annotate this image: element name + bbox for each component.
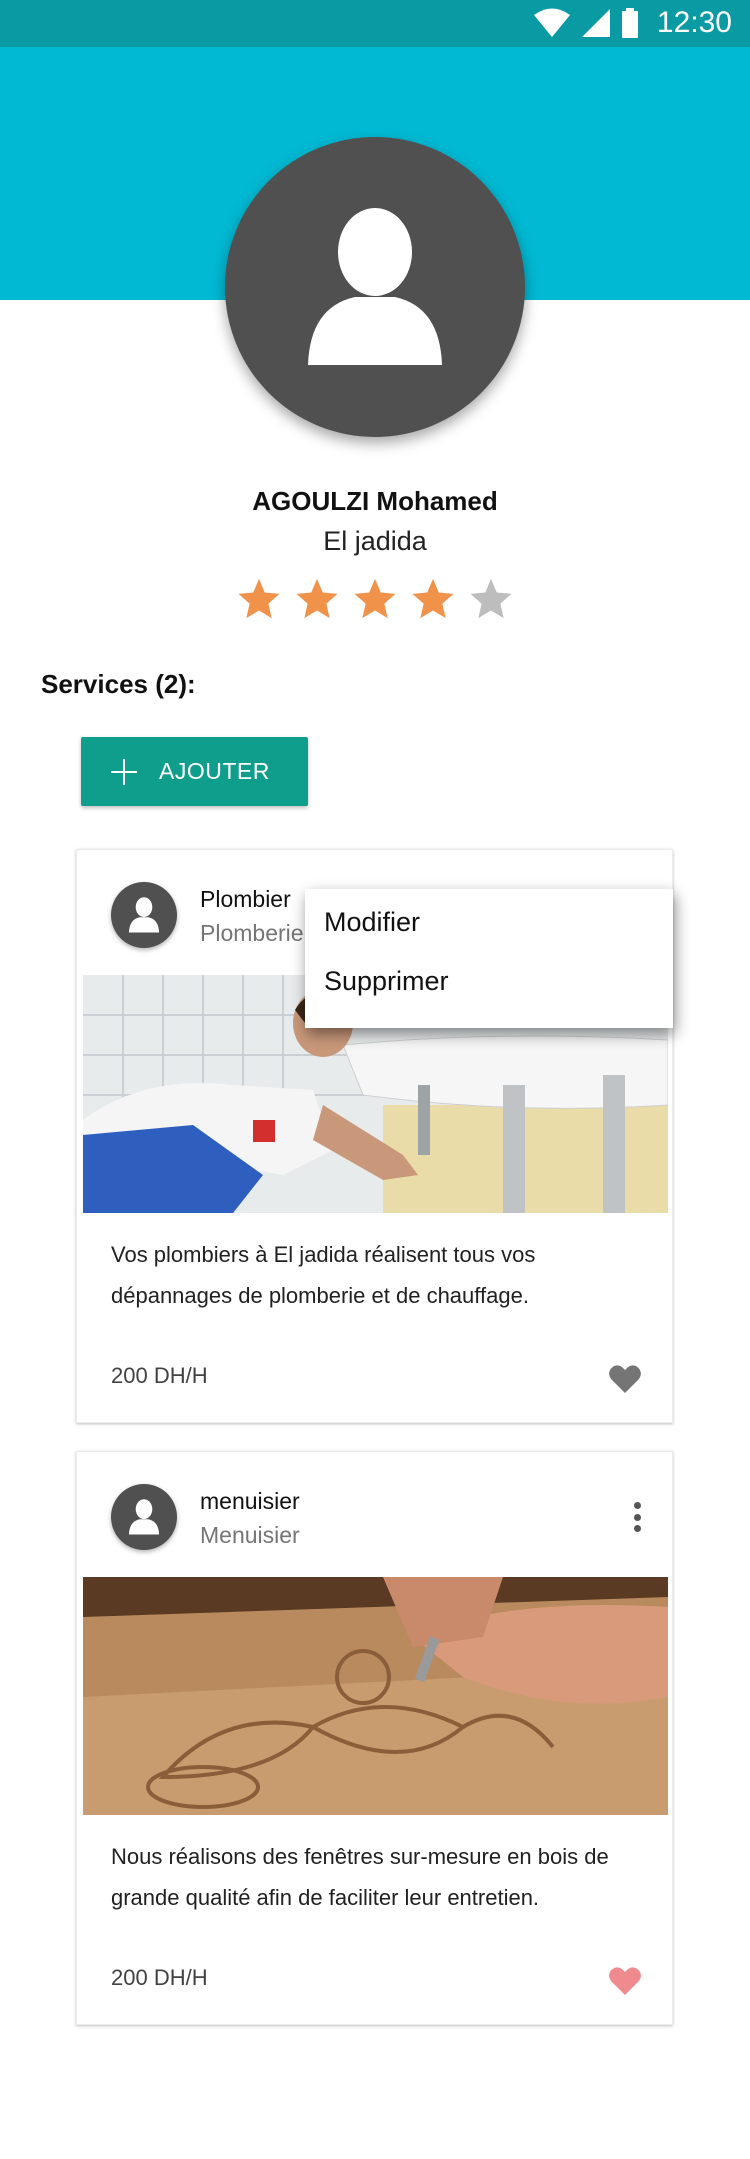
heart-icon[interactable] — [608, 1966, 642, 1996]
card-title: Plombier — [200, 886, 291, 912]
heart-icon[interactable] — [608, 1364, 642, 1394]
card-price: 200 DH/H — [111, 1965, 208, 1990]
carpenter-image — [83, 1577, 668, 1815]
profile-avatar[interactable] — [225, 137, 525, 437]
battery-icon — [621, 8, 638, 38]
card-subtitle: Plomberie — [200, 920, 304, 946]
add-service-button[interactable]: AJOUTER — [81, 737, 308, 806]
status-icons: 12:30 — [533, 6, 732, 40]
status-bar: 12:30 — [0, 0, 750, 47]
card-price: 200 DH/H — [111, 1363, 208, 1388]
card-subtitle: Menuisier — [200, 1522, 300, 1548]
plus-icon — [111, 758, 137, 785]
rating-stars — [236, 576, 514, 622]
star-filled-icon[interactable] — [410, 576, 456, 622]
cell-signal-icon — [581, 9, 610, 37]
status-time: 12:30 — [656, 6, 732, 39]
card-context-menu: Modifier Supprimer — [305, 889, 673, 1028]
card-avatar — [111, 1484, 177, 1550]
card-avatar — [111, 882, 177, 948]
person-icon — [128, 897, 160, 933]
star-filled-icon[interactable] — [352, 576, 398, 622]
add-service-label: AJOUTER — [159, 758, 270, 784]
profile-name: AGOULZI Mohamed — [252, 486, 498, 516]
profile-city: El jadida — [323, 526, 427, 556]
menu-item-edit[interactable]: Modifier — [324, 907, 420, 938]
card-description: Vos plombiers à El jadida réalisent tous… — [111, 1242, 536, 1308]
star-filled-icon[interactable] — [294, 576, 340, 622]
card-title: menuisier — [200, 1488, 300, 1514]
star-empty-icon[interactable] — [468, 576, 514, 622]
more-options-icon[interactable] — [634, 1502, 642, 1532]
service-card[interactable]: menuisier Menuisier Nous réalisons des f… — [76, 1451, 673, 2025]
wifi-icon — [533, 8, 570, 37]
card-description: Nous réalisons des fenêtres sur-mesure e… — [111, 1844, 609, 1910]
star-filled-icon[interactable] — [236, 576, 282, 622]
services-title: Services (2): — [41, 669, 196, 699]
person-icon — [308, 208, 442, 365]
menu-item-delete[interactable]: Supprimer — [324, 966, 449, 997]
person-icon — [128, 1499, 160, 1535]
